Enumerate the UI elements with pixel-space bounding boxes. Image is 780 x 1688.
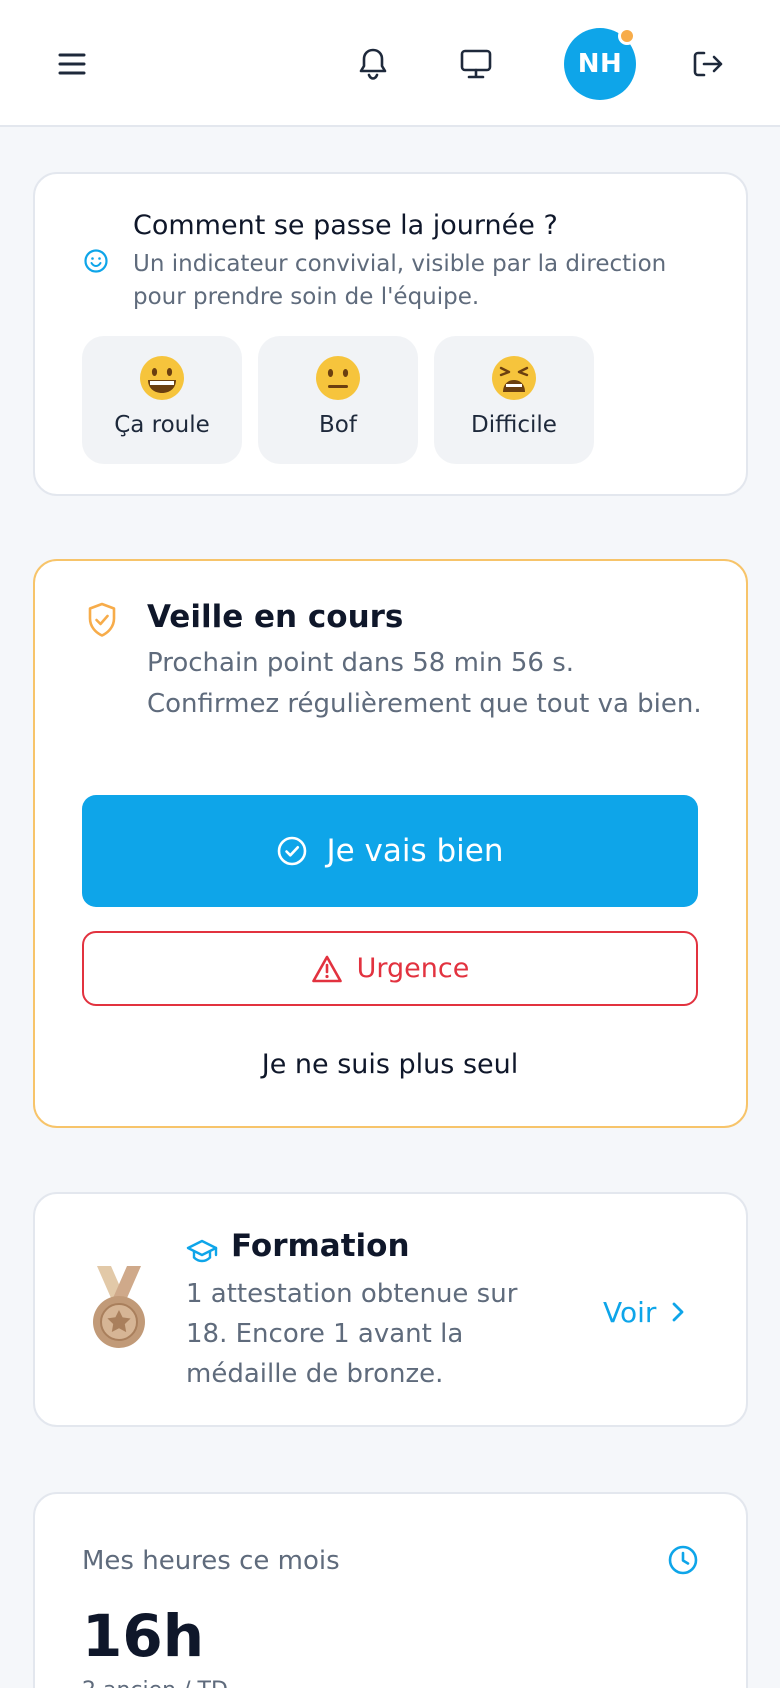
watch-title: Veille en cours	[147, 599, 404, 635]
bell-icon	[359, 48, 387, 80]
shield-check-icon	[88, 602, 116, 637]
menu-icon	[58, 53, 86, 75]
mood-option-label: Difficile	[471, 412, 557, 438]
mood-card: Comment se passe la journée ? Un indicat…	[33, 172, 748, 496]
logout-icon	[693, 51, 723, 77]
smile-icon	[84, 249, 108, 273]
training-view-link[interactable]: Voir	[603, 1292, 686, 1332]
warning-icon	[311, 955, 342, 982]
hours-card: Mes heures ce mois 16h 2 ancien / TD	[33, 1492, 748, 1688]
monitor-icon	[460, 49, 492, 79]
hours-label: Mes heures ce mois	[82, 1546, 340, 1576]
bronze-medal-icon	[93, 1266, 145, 1348]
watch-card: Veille en cours Prochain point dans 58 m…	[33, 559, 748, 1128]
top-bar: NH	[0, 0, 780, 127]
hours-value: 16h	[82, 1602, 205, 1670]
emergency-label: Urgence	[356, 953, 470, 984]
graduation-cap-icon	[186, 1239, 218, 1263]
notifications-button[interactable]	[349, 40, 397, 88]
logout-button[interactable]	[684, 40, 732, 88]
training-view-label: Voir	[603, 1295, 657, 1329]
i-am-fine-button[interactable]: Je vais bien	[82, 795, 698, 907]
chevron-right-icon	[673, 1302, 684, 1322]
mood-option-hard[interactable]: Difficile	[434, 336, 594, 464]
mood-option-label: Ça roule	[114, 412, 210, 438]
watch-text: Prochain point dans 58 min 56 s. Confirm…	[147, 648, 702, 719]
mood-title: Comment se passe la journée ?	[133, 210, 558, 241]
menu-button[interactable]	[48, 40, 96, 88]
screen-button[interactable]	[452, 40, 500, 88]
neutral-face-icon	[316, 356, 360, 400]
hours-subtitle: 2 ancien / TD	[82, 1678, 228, 1688]
emergency-button[interactable]: Urgence	[82, 931, 698, 1006]
weary-face-icon	[492, 356, 536, 400]
grinning-face-icon	[140, 356, 184, 400]
notification-dot	[618, 27, 636, 45]
training-title: Formation	[231, 1228, 410, 1264]
training-text: 1 attestation obtenue sur 18. Encore 1 a…	[186, 1279, 518, 1389]
clock-icon	[668, 1545, 698, 1575]
mood-subtitle: Un indicateur convivial, visible par la …	[133, 251, 667, 310]
mood-option-good[interactable]: Ça roule	[82, 336, 242, 464]
mood-option-label: Bof	[319, 412, 357, 438]
training-card: Formation 1 attestation obtenue sur 18. …	[33, 1192, 748, 1427]
check-circle-icon	[278, 836, 307, 866]
i-am-fine-label: Je vais bien	[326, 833, 504, 869]
mood-option-meh[interactable]: Bof	[258, 336, 418, 464]
no-longer-alone-button[interactable]: Je ne suis plus seul	[82, 1039, 698, 1089]
